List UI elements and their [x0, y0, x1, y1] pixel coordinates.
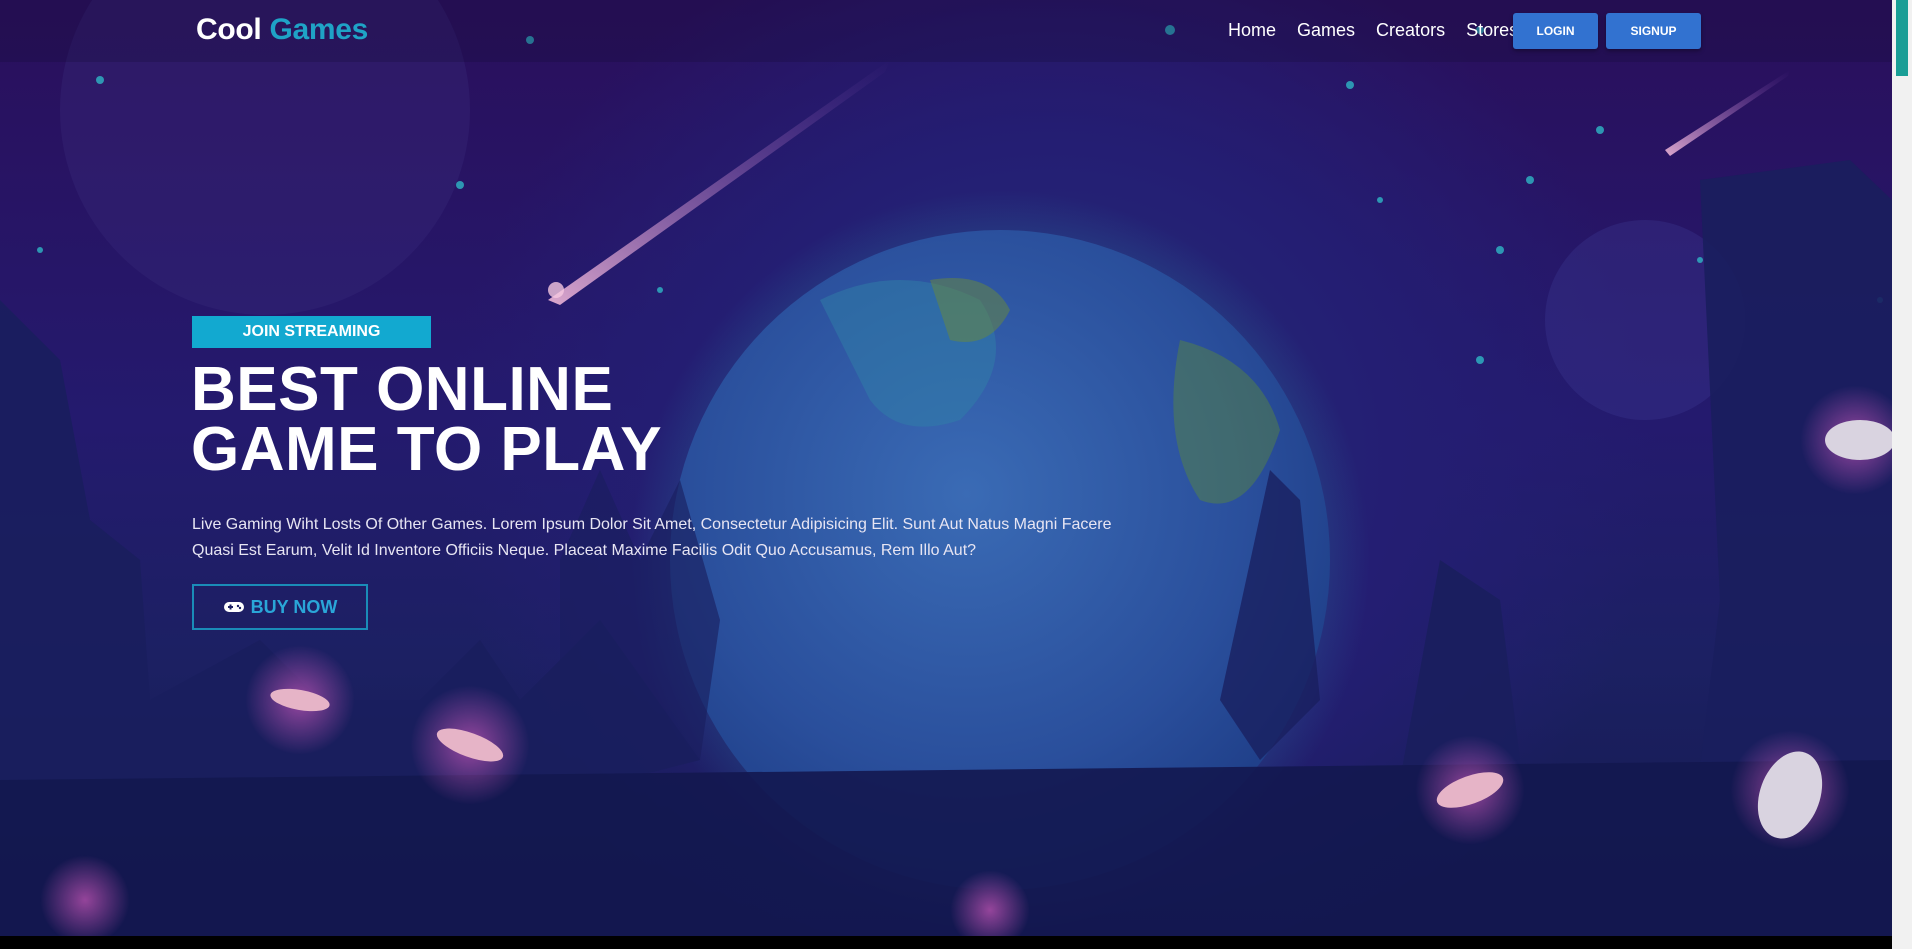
buy-now-label: BUY NOW	[250, 596, 338, 617]
headline-line-2: GAME TO PLAY	[191, 415, 663, 484]
meteor-small	[1665, 70, 1790, 156]
hero-headline: BEST ONLINE GAME TO PLAY	[191, 355, 663, 484]
nav-link-games[interactable]: Games	[1297, 20, 1355, 41]
nav-link-home[interactable]: Home	[1228, 20, 1276, 41]
headline-line-1: BEST ONLINE	[191, 355, 614, 424]
login-button[interactable]: LOGIN	[1513, 13, 1598, 49]
hero-description: Live Gaming Wiht Losts Of Other Games. L…	[192, 516, 1112, 559]
page-bottom-edge	[0, 936, 1892, 949]
brand-logo[interactable]: Cool Games	[196, 13, 368, 47]
brand-first: Cool	[196, 13, 262, 46]
hero-section: Cool Games Home Games Creators Stores LO…	[0, 0, 1892, 936]
scrollbar-thumb[interactable]	[1896, 0, 1908, 76]
join-streaming-badge[interactable]: JOIN STREAMING	[192, 316, 431, 348]
signup-button[interactable]: SIGNUP	[1606, 13, 1701, 49]
nav-link-stores[interactable]: Stores	[1466, 20, 1518, 41]
brand-second: Games	[269, 13, 369, 46]
scrollbar-track[interactable]	[1892, 0, 1912, 949]
nav-link-creators[interactable]: Creators	[1376, 20, 1445, 41]
nav-links: Home Games Creators Stores	[1228, 20, 1539, 41]
navbar: Cool Games Home Games Creators Stores LO…	[0, 0, 1892, 62]
gamepad-icon	[223, 600, 245, 614]
buy-now-button[interactable]: BUY NOW	[192, 584, 368, 630]
